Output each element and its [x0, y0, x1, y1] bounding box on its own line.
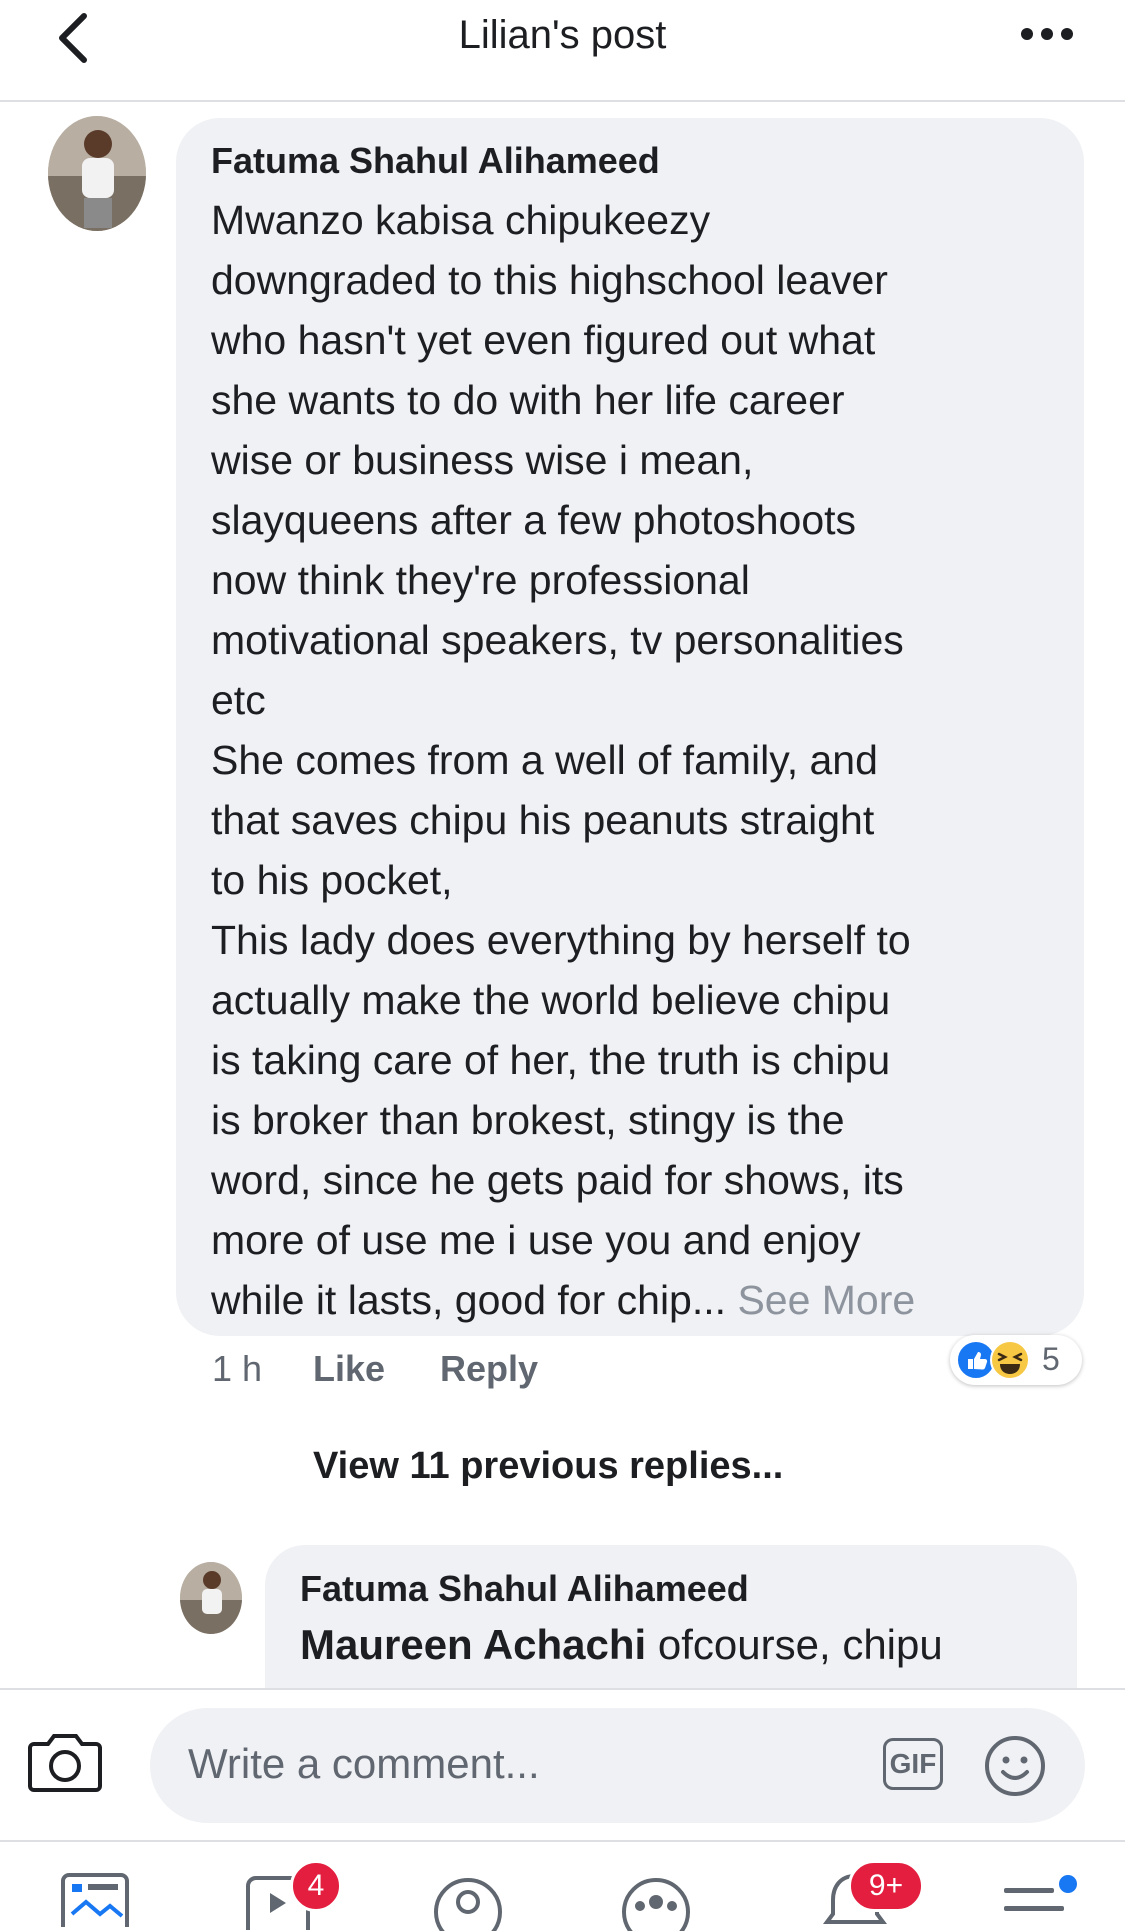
gif-button[interactable]: GIF: [883, 1738, 943, 1790]
profile-icon[interactable]: [432, 1876, 504, 1931]
more-options-icon[interactable]: [1017, 22, 1077, 46]
comment-author[interactable]: Fatuma Shahul Alihameed: [211, 139, 915, 183]
emoji-icon[interactable]: [983, 1734, 1047, 1798]
groups-icon[interactable]: [620, 1876, 692, 1931]
reaction-count: 5: [1042, 1341, 1060, 1377]
comment-input-placeholder: Write a comment...: [188, 1740, 540, 1787]
commenter-avatar[interactable]: [48, 116, 146, 231]
header-bar: Lilian's post: [0, 0, 1125, 102]
view-previous-replies-link[interactable]: View 11 previous replies...: [313, 1445, 783, 1488]
comment-timestamp: 1 h: [212, 1348, 263, 1389]
reply-avatar[interactable]: [180, 1562, 242, 1634]
reply-button[interactable]: Reply: [440, 1345, 538, 1393]
news-feed-icon[interactable]: [60, 1872, 130, 1927]
comment-text: Mwanzo kabisa chipukeezy downgraded to t…: [211, 190, 915, 1330]
like-button[interactable]: Like: [313, 1345, 385, 1393]
reaction-summary[interactable]: 5: [950, 1335, 1082, 1385]
video-badge: 4: [290, 1860, 342, 1912]
reply-author[interactable]: Fatuma Shahul Alihameed: [300, 1567, 943, 1611]
menu-icon[interactable]: [1000, 1870, 1080, 1925]
comment-composer: Write a comment... GIF: [0, 1688, 1125, 1840]
reply-body: ofcourse, chipu: [646, 1621, 943, 1668]
see-more-link[interactable]: See More: [737, 1277, 915, 1323]
reply-text-line: Maureen Achachi ofcourse, chipu: [300, 1615, 943, 1675]
notifications-badge: 9+: [848, 1860, 924, 1912]
comment-input[interactable]: Write a comment... GIF: [150, 1708, 1085, 1823]
avatar-photo-icon: [180, 1562, 242, 1634]
comment-body: Mwanzo kabisa chipukeezy downgraded to t…: [211, 197, 911, 1323]
comment-bubble: Fatuma Shahul Alihameed Mwanzo kabisa ch…: [176, 118, 1084, 1336]
avatar-photo-icon: [48, 116, 146, 231]
page-title: Lilian's post: [458, 13, 667, 57]
bottom-tab-bar: 4 9+: [0, 1840, 1125, 1931]
mention-link[interactable]: Maureen Achachi: [300, 1621, 646, 1668]
camera-icon[interactable]: [28, 1730, 102, 1794]
haha-reaction-icon: [990, 1340, 1030, 1380]
